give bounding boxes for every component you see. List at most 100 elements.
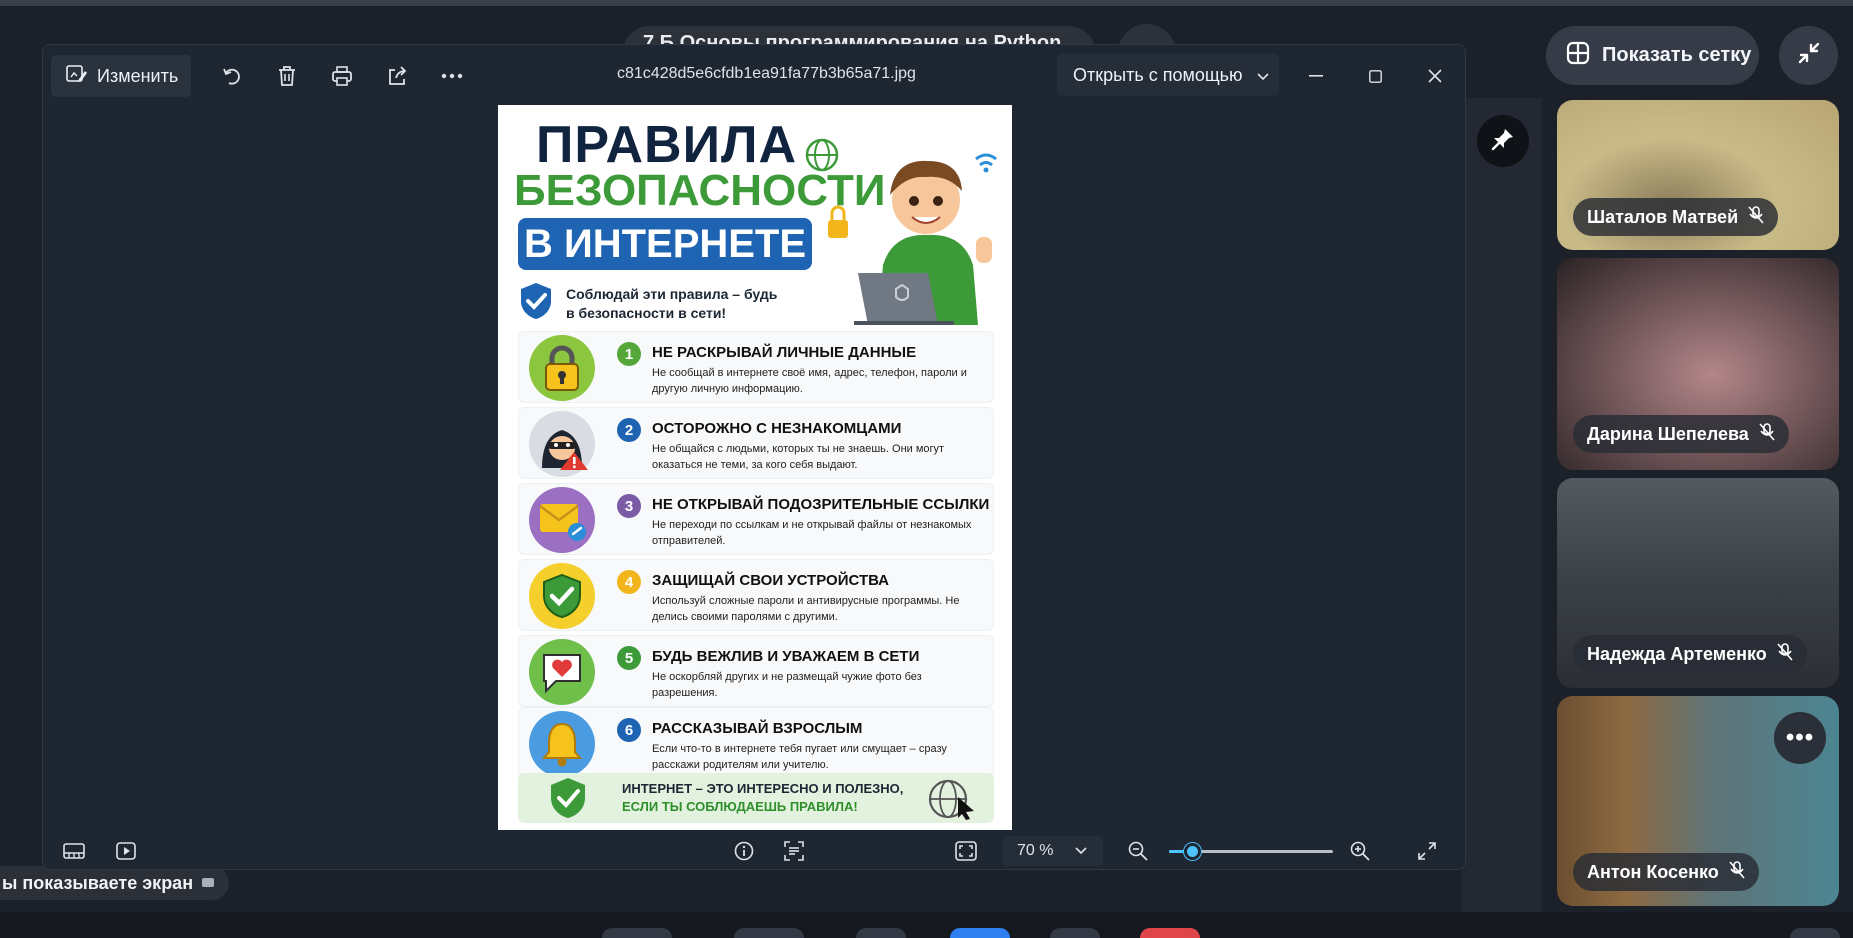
email-link-icon <box>529 487 595 553</box>
text-extract-icon[interactable] <box>781 838 807 864</box>
rule-item: 1 НЕ РАСКРЫВАЙ ЛИЧНЫЕ ДАННЫЕ Не сообщай … <box>518 331 994 403</box>
open-with-button[interactable]: Открыть с помощью <box>1057 54 1279 96</box>
file-name: c81c428d5e6cfdb1ea91fa77b3b65a71.jpg <box>617 65 916 82</box>
rule-number: 6 <box>617 718 641 742</box>
rule-description: Не сообщай в интернете своё имя, адрес, … <box>652 367 967 395</box>
rule-description: Используй сложные пароли и антивирусные … <box>652 595 960 623</box>
mic-muted-icon <box>1748 205 1764 229</box>
collapse-button[interactable] <box>1779 26 1838 85</box>
edit-image-icon <box>65 63 87 90</box>
globe-cursor-icon <box>928 777 976 826</box>
screen-share-notice: ы показываете экран <box>0 866 230 900</box>
viewer-titlebar: Изменить c81c428d5e6cfdb1ea91fa77b3b65a7… <box>43 45 1465 107</box>
collapse-icon <box>1796 40 1822 71</box>
poster-title-line3: В ИНТЕРНЕТЕ <box>518 218 812 270</box>
shield-check-icon <box>548 776 588 825</box>
call-control-button[interactable] <box>1050 928 1100 938</box>
zoom-level-dropdown[interactable]: 70 % <box>1003 836 1103 866</box>
zoom-in-icon[interactable] <box>1347 838 1373 864</box>
poster-footer-text: ИНТЕРНЕТ – ЭТО ИНТЕРЕСНО И ПОЛЕЗНО, ЕСЛИ… <box>622 780 903 816</box>
zoom-slider-thumb[interactable] <box>1184 843 1201 860</box>
rule-item: 4 ЗАЩИЩАЙ СВОИ УСТРОЙСТВА Используй слож… <box>518 559 994 631</box>
poster-footer: ИНТЕРНЕТ – ЭТО ИНТЕРЕСНО И ПОЛЕЗНО, ЕСЛИ… <box>518 773 994 823</box>
chevron-down-icon <box>1256 65 1269 86</box>
rule-description: Не общайся с людьми, которых ты не знаеш… <box>652 443 945 471</box>
rule-item: 5 БУДЬ ВЕЖЛИВ И УВАЖАЕМ В СЕТИ Не оскорб… <box>518 635 994 707</box>
participant-tile[interactable]: Шаталов Матвей <box>1557 100 1839 250</box>
edit-label: Изменить <box>97 65 179 86</box>
photo-viewer-window: Изменить c81c428d5e6cfdb1ea91fa77b3b65a7… <box>42 44 1466 870</box>
edit-button[interactable]: Изменить <box>51 55 191 97</box>
fit-to-window-icon[interactable] <box>953 838 979 864</box>
padlock-icon <box>529 335 595 401</box>
call-controls-bar <box>0 912 1853 938</box>
participant-tile[interactable]: Дарина Шепелева <box>1557 258 1839 470</box>
participant-name: Дарина Шепелева <box>1587 423 1749 444</box>
viewer-bottombar: 70 % <box>43 831 1465 869</box>
participant-name: Надежда Артеменко <box>1587 643 1767 664</box>
call-control-button[interactable] <box>856 928 906 938</box>
pin-button[interactable] <box>1477 115 1529 167</box>
rotate-icon[interactable] <box>219 63 245 89</box>
participant-name: Антон Косенко <box>1587 861 1719 882</box>
rule-description: Не оскорбляй других и не размещай чужие … <box>652 671 922 699</box>
participant-name: Шаталов Матвей <box>1587 206 1739 227</box>
pin-icon <box>1490 126 1516 157</box>
rule-item: 6 РАССКАЗЫВАЙ ВЗРОСЛЫМ Если что-то в инт… <box>518 707 994 779</box>
more-icon[interactable] <box>439 63 465 89</box>
maximize-button[interactable] <box>1360 61 1390 91</box>
footer-line2: ЕСЛИ ТЫ СОБЛЮДАЕШЬ ПРАВИЛА! <box>622 799 858 814</box>
end-call-button[interactable] <box>1140 928 1200 938</box>
top-strip <box>0 0 1853 6</box>
footer-line1: ИНТЕРНЕТ – ЭТО ИНТЕРЕСНО И ПОЛЕЗНО, <box>622 781 904 796</box>
mic-muted-icon <box>1777 642 1793 666</box>
rule-title: ОСТОРОЖНО С НЕЗНАКОМЦАМИ <box>652 420 902 437</box>
slideshow-icon[interactable] <box>113 838 139 864</box>
call-control-button[interactable] <box>734 928 804 938</box>
participant-name-tag: Шаталов Матвей <box>1573 198 1779 236</box>
rule-title: БУДЬ ВЕЖЛИВ И УВАЖАЕМ В СЕТИ <box>652 648 920 665</box>
rule-description: Не переходи по ссылкам и не открывай фай… <box>652 519 972 547</box>
bell-icon <box>529 711 595 777</box>
fullscreen-icon[interactable] <box>1414 838 1440 864</box>
more-dots-icon: ••• <box>1785 724 1815 751</box>
call-control-button[interactable] <box>950 928 1010 938</box>
call-control-button[interactable] <box>1790 928 1840 938</box>
rule-number: 4 <box>617 570 641 594</box>
show-grid-button[interactable]: Показать сетку <box>1546 26 1759 85</box>
rule-description: Если что-то в интернете тебя пугает или … <box>652 743 947 771</box>
hacker-warning-icon <box>529 411 595 477</box>
zoom-out-icon[interactable] <box>1125 838 1151 864</box>
rule-number: 5 <box>617 646 641 670</box>
print-icon[interactable] <box>329 63 355 89</box>
share-icon[interactable] <box>384 63 410 89</box>
rule-title: НЕ РАСКРЫВАЙ ЛИЧНЫЕ ДАННЫЕ <box>652 344 917 361</box>
share-notice-text: ы показываете экран <box>2 872 194 893</box>
conference-screen: 7 Б Основы программирования на Python По… <box>0 0 1853 938</box>
zoom-level-value: 70 % <box>1017 842 1054 859</box>
poster-subtitle-text: Соблюдай эти правила – будь в безопаснос… <box>566 285 778 321</box>
poster-subtitle: Соблюдай эти правила – будь в безопаснос… <box>518 281 798 326</box>
close-button[interactable] <box>1420 61 1450 91</box>
zoom-slider[interactable] <box>1169 843 1333 860</box>
chevron-down-icon <box>1075 842 1088 860</box>
mic-muted-icon <box>1729 860 1745 884</box>
rule-number: 3 <box>617 494 641 518</box>
participant-more-button[interactable]: ••• <box>1774 712 1826 764</box>
info-icon[interactable] <box>731 838 757 864</box>
show-grid-label: Показать сетку <box>1602 44 1752 66</box>
shared-screen-edge <box>1462 98 1542 916</box>
shield-check-icon <box>529 563 595 629</box>
shield-check-icon <box>518 281 554 326</box>
participant-name-tag: Антон Косенко <box>1573 853 1759 891</box>
call-control-button[interactable] <box>602 928 672 938</box>
minimize-button[interactable] <box>1301 61 1331 91</box>
filmstrip-icon[interactable] <box>61 838 87 864</box>
rule-number: 1 <box>617 342 641 366</box>
poster-image: ПРАВИЛА БЕЗОПАСНОСТИ В ИНТЕРНЕТЕ Соблюда… <box>498 105 1012 830</box>
participant-tile[interactable]: Надежда Артеменко <box>1557 478 1839 688</box>
rule-title: НЕ ОТКРЫВАЙ ПОДОЗРИТЕЛЬНЫЕ ССЫЛКИ <box>652 496 990 513</box>
screen-share-icon <box>201 873 215 894</box>
mic-muted-icon <box>1759 422 1775 446</box>
delete-icon[interactable] <box>274 63 300 89</box>
